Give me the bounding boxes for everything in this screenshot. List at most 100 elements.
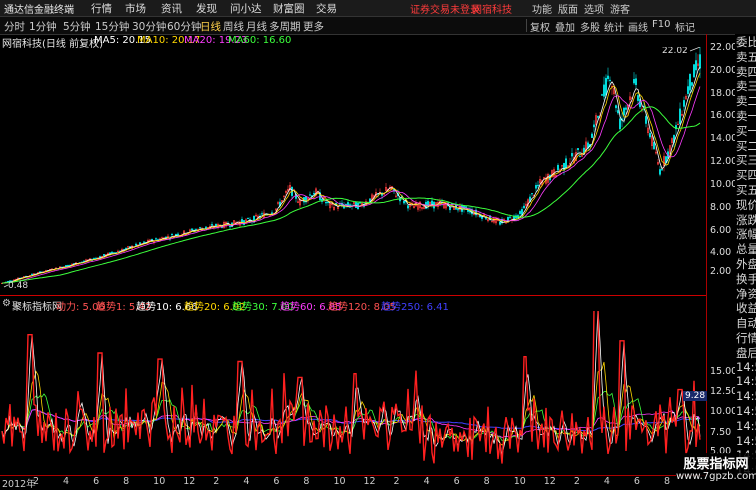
price-tick: 16.00 (710, 110, 738, 121)
period-5min[interactable]: 5分钟 (63, 19, 91, 34)
candle-body (229, 225, 231, 228)
period-monthly[interactable]: 月线 (246, 19, 267, 34)
candle-body (465, 206, 467, 208)
candle-body (699, 54, 701, 69)
menu-wealth[interactable]: 财富圈 (273, 1, 305, 16)
quote-field-label: 现价 (736, 197, 756, 212)
menu-market[interactable]: 市场 (125, 1, 146, 16)
period-intraday[interactable]: 分时 (4, 19, 25, 34)
quote-field-label: 卖一 (736, 109, 756, 123)
tool-adjust[interactable]: 复权 (530, 19, 550, 34)
candle-body (637, 95, 639, 101)
quote-field-label: 涨幅 (736, 227, 756, 242)
candle-body (609, 79, 611, 81)
candle-body (509, 216, 511, 218)
candle-body (601, 94, 603, 96)
menu-options[interactable]: 选项 (584, 1, 604, 16)
price-tick: 12.00 (710, 156, 738, 167)
quote-field-label: 14:5 (736, 389, 756, 404)
menu-layout[interactable]: 版面 (558, 1, 578, 16)
candle-body (607, 75, 609, 80)
time-tick: 12 (363, 476, 376, 487)
candle-body (485, 218, 487, 220)
candle-body (155, 238, 157, 240)
quote-field-label: 盘后 (736, 345, 756, 360)
time-tick: 2 (393, 476, 400, 487)
indicator-info-bar: ⚙ 聚标指标网 动力: 5.06 趋势1: 5.42 趋势10: 6.66 趋势… (0, 298, 705, 313)
period-60min[interactable]: 60分钟 (167, 19, 201, 34)
watermark: 股票指标网 www.7gpzb.com (676, 453, 756, 487)
indicator-settings-icon[interactable]: ⚙ (2, 298, 11, 309)
candle-body (31, 273, 33, 276)
tool-stats[interactable]: 统计 (604, 19, 624, 34)
candle-body (661, 169, 663, 171)
candle-body (199, 227, 201, 229)
candle-body (125, 247, 127, 250)
app-title: 通达信金融终端 (4, 5, 74, 16)
tool-multi-stock[interactable]: 多股 (580, 19, 600, 34)
indicator-tick: 10.00 (710, 406, 738, 417)
period-15min[interactable]: 15分钟 (95, 19, 129, 34)
quote-field-label: 14:5 (736, 418, 756, 433)
candle-body (135, 243, 137, 246)
period-multi[interactable]: 多周期 (269, 19, 301, 34)
quote-field-label: 买四 (736, 168, 756, 183)
quote-field-label: 总量 (736, 242, 756, 257)
time-tick: 4 (243, 476, 250, 487)
menu-ask[interactable]: 问小达 (230, 1, 262, 16)
quote-field-label[interactable]: 自动 (736, 315, 756, 331)
tool-mark[interactable]: 标记 (675, 19, 695, 34)
tool-f10[interactable]: F10 (652, 19, 670, 30)
time-tick: 6 (633, 476, 640, 487)
candle-body (645, 116, 647, 124)
period-more[interactable]: 更多 (303, 19, 324, 34)
period-1min[interactable]: 1分钟 (29, 19, 57, 34)
price-tick: 6.00 (710, 225, 732, 236)
candle-body (649, 133, 651, 138)
candle-body (519, 211, 521, 214)
period-30min[interactable]: 30分钟 (132, 19, 166, 34)
menu-news[interactable]: 资讯 (161, 1, 182, 16)
candle-body (313, 193, 315, 195)
time-tick: 6 (453, 476, 460, 487)
quote-field-label[interactable]: 行情 (736, 330, 756, 346)
power-line (1, 311, 701, 464)
quote-field-label: 委比 (736, 35, 756, 49)
time-tick: 2 (573, 476, 580, 487)
indicator-chart[interactable] (0, 311, 706, 475)
ma60-line (1, 106, 701, 284)
menu-trade[interactable]: 交易 (316, 1, 337, 16)
price-tick: 8.00 (710, 202, 732, 213)
ma10-line (1, 72, 701, 284)
candle-body (39, 271, 41, 273)
period-weekly[interactable]: 周线 (223, 19, 244, 34)
candle-series (1, 47, 701, 285)
candle-body (605, 77, 607, 96)
quote-field-label: 外盘 (736, 257, 756, 271)
candle-body (523, 205, 525, 209)
candle-body (687, 86, 689, 94)
low-annotation: 0.48 (8, 281, 28, 291)
time-tick: 6 (273, 476, 280, 487)
tool-draw[interactable]: 画线 (628, 19, 648, 34)
alert-stock-name[interactable]: 网宿科技 (472, 1, 512, 16)
menu-discover[interactable]: 发现 (196, 1, 217, 16)
candle-body (195, 229, 197, 231)
menu-guest[interactable]: 游客 (610, 1, 630, 16)
login-alert[interactable]: 证券交易未登录 (410, 1, 480, 16)
candle-body (653, 142, 655, 150)
candle-body (93, 258, 95, 260)
tool-overlay[interactable]: 叠加 (555, 19, 575, 34)
watermark-url: www.7gpzb.com (676, 471, 756, 482)
period-daily[interactable]: 日线 (200, 19, 221, 34)
time-tick: 2 (213, 476, 220, 487)
candle-body (407, 205, 409, 209)
candlestick-chart[interactable]: 22.02 0.48 (0, 47, 706, 295)
menu-quotes[interactable]: 行情 (91, 1, 112, 16)
time-tick: 10 (333, 476, 346, 487)
high-pointer (689, 47, 701, 52)
quote-field-label: 14:5 (736, 433, 756, 448)
menu-functions[interactable]: 功能 (532, 1, 552, 16)
time-tick: 4 (63, 476, 70, 487)
price-tick: 22.00 (710, 42, 738, 53)
